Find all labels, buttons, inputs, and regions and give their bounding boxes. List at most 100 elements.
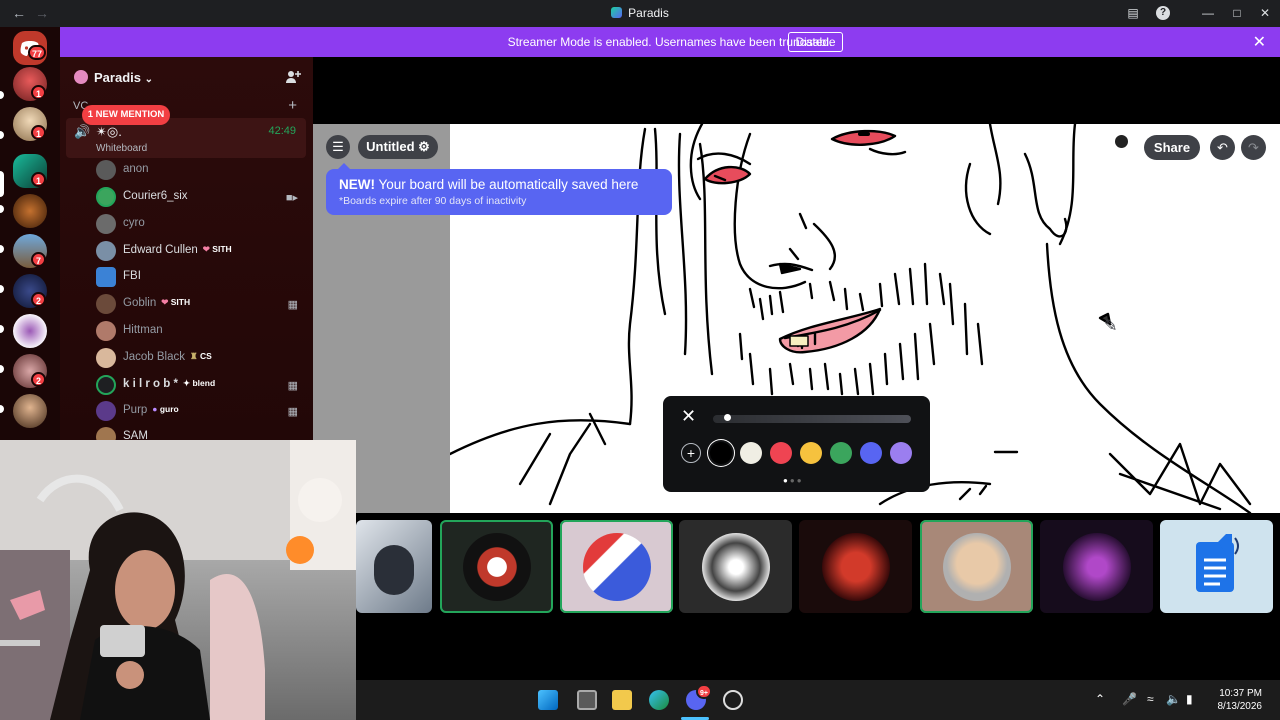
brush-size-knob[interactable] (723, 414, 731, 421)
close-palette-icon[interactable]: ✕ (681, 406, 696, 427)
server-header[interactable]: Paradis ⌄ (74, 70, 153, 85)
inbox-icon[interactable]: ▤ (1124, 4, 1142, 22)
share-button[interactable]: Share (1144, 135, 1200, 160)
participant-tile[interactable] (560, 520, 673, 613)
home-badge: 77 (28, 45, 46, 60)
participant-tile[interactable] (799, 520, 912, 613)
close-window-icon[interactable]: ✕ (1256, 4, 1274, 22)
clock-time: 10:37 PM (1219, 688, 1262, 699)
edge-browser-icon[interactable] (649, 690, 669, 710)
minimize-icon[interactable]: — (1199, 4, 1217, 22)
add-color-button[interactable]: + (681, 443, 701, 463)
avatar (96, 321, 116, 341)
task-view-icon[interactable] (577, 690, 597, 710)
page-dot[interactable]: ● (790, 476, 797, 485)
maximize-icon[interactable]: □ (1228, 4, 1246, 22)
role-tag: ❤ SITH (203, 244, 232, 255)
microphone-icon[interactable]: 🎤 (1122, 692, 1137, 706)
add-channel-icon[interactable]: + (288, 97, 297, 114)
voice-member[interactable]: Purp ● guro ▦ (96, 400, 306, 422)
voice-member[interactable]: FBI (96, 266, 306, 288)
participant-tile[interactable] (679, 520, 792, 613)
participant-tile-video[interactable] (356, 520, 432, 613)
member-name: Jacob Black (123, 351, 186, 363)
speaker-icon: 🔊 (74, 124, 91, 139)
avatar (96, 214, 116, 234)
tooltip-line: NEW! Your board will be automatically sa… (339, 177, 638, 192)
voice-member[interactable]: SAM (96, 426, 306, 440)
autosave-tooltip: NEW! Your board will be automatically sa… (326, 163, 672, 215)
server-badge: 7 (31, 252, 46, 267)
selected-server-pip (0, 171, 4, 197)
tray-overflow-icon[interactable]: ⌃ (1095, 692, 1105, 706)
server-icon-9[interactable] (13, 394, 47, 428)
skull-icon: ● (152, 404, 158, 414)
voice-member[interactable]: Jacob Black ♜ CS (96, 347, 306, 369)
voice-member[interactable]: k i l r o b * ✦ blend ▦ (96, 374, 306, 396)
streamer-mode-banner: Streamer Mode is enabled. Usernames have… (60, 27, 1280, 57)
streamer-webcam (0, 440, 356, 720)
invite-people-icon[interactable] (285, 69, 301, 85)
redo-icon[interactable]: ↷ (1241, 135, 1266, 160)
file-explorer-icon[interactable] (612, 690, 632, 710)
voice-member[interactable]: Goblin ❤ SITH ▦ (96, 293, 306, 315)
voice-member[interactable]: Edward Cullen ❤ SITH (96, 240, 306, 262)
streamer-mode-message: Streamer Mode is enabled. Usernames have… (60, 35, 1280, 49)
system-clock[interactable]: 10:37 PM 8/13/2026 (1218, 687, 1263, 713)
new-mention-pill[interactable]: 1 NEW MENTION (82, 105, 170, 125)
color-swatch[interactable] (770, 442, 792, 464)
battery-icon[interactable]: ▮ (1186, 692, 1193, 706)
member-name: FBI (123, 270, 141, 282)
voice-member[interactable]: cyro (96, 213, 306, 235)
page-dot[interactable]: ● (783, 476, 790, 485)
color-swatch[interactable] (890, 442, 912, 464)
start-menu-icon[interactable] (538, 690, 558, 710)
member-name: k i l r o b * (123, 378, 178, 390)
unread-pip (0, 205, 4, 213)
role-tag: ❤ SITH (161, 297, 190, 308)
hamburger-menu-icon[interactable]: ☰ (326, 135, 350, 159)
participant-tile[interactable] (920, 520, 1033, 613)
server-badge: 1 (31, 85, 46, 100)
server-icon-7[interactable] (13, 314, 47, 348)
heart-icon: ❤ (202, 244, 210, 254)
os-taskbar: 9+ ⌃ 🎤 ≈ 🔈 ▮ 10:37 PM 8/13/2026 (356, 680, 1280, 720)
brush-size-slider[interactable] (713, 415, 911, 423)
palette-page-dots: ●●● (783, 476, 804, 485)
window-title: Paradis (628, 6, 669, 20)
undo-icon[interactable]: ↶ (1210, 135, 1235, 160)
color-swatch[interactable] (830, 442, 852, 464)
avatar (96, 267, 116, 287)
participant-tile[interactable] (440, 520, 553, 613)
close-banner-icon[interactable]: ✕ (1253, 32, 1266, 52)
color-swatch[interactable] (800, 442, 822, 464)
member-name: Goblin (123, 297, 157, 309)
server-badge: 2 (31, 292, 46, 307)
voice-member[interactable]: anon (96, 159, 306, 181)
heart-icon: ❤ (161, 297, 169, 307)
color-swatch[interactable] (860, 442, 882, 464)
avatar (96, 427, 116, 440)
color-swatch[interactable] (740, 442, 762, 464)
participant-tile-soundboard[interactable] (1160, 520, 1273, 613)
voice-member[interactable]: Courier6_six ■▸ (96, 186, 306, 208)
server-icon-4[interactable] (13, 194, 47, 228)
board-title-button[interactable]: Untitled ⚙ (358, 135, 438, 159)
wifi-icon[interactable]: ≈ (1147, 692, 1154, 706)
server-badge: 1 (31, 172, 46, 187)
help-icon[interactable]: ? (1156, 6, 1170, 20)
obs-icon[interactable] (723, 690, 743, 710)
unread-pip (0, 131, 4, 139)
document-sound-icon (1196, 534, 1239, 592)
avatar (96, 187, 116, 207)
volume-icon[interactable]: 🔈 (1166, 692, 1181, 706)
board-title: Untitled (366, 139, 415, 154)
color-swatch[interactable] (710, 442, 732, 464)
disable-streamer-mode-button[interactable]: Disable (788, 32, 843, 52)
page-dot[interactable]: ● (797, 476, 804, 485)
member-name: anon (123, 163, 149, 175)
unread-pip (0, 405, 4, 413)
participant-avatar (462, 532, 531, 601)
participant-tile[interactable] (1040, 520, 1153, 613)
voice-member[interactable]: Hittman (96, 320, 306, 342)
